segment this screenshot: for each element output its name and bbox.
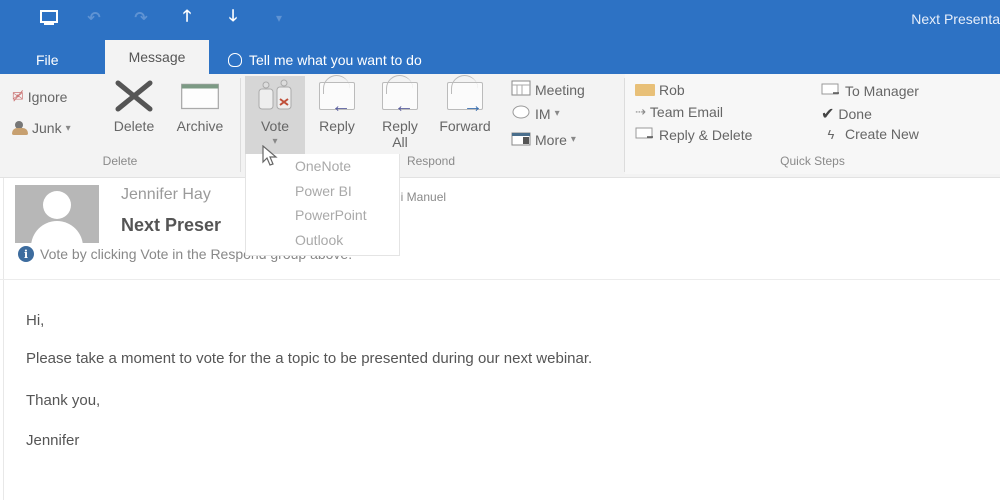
reply-icon: ←	[317, 78, 357, 116]
im-icon	[511, 104, 531, 123]
body-paragraph: Please take a moment to vote for the a t…	[26, 350, 593, 367]
more-button[interactable]: More ▾	[511, 130, 576, 149]
more-icon	[511, 130, 531, 149]
meeting-icon	[511, 80, 531, 99]
vote-option-power-bi[interactable]: Power BI	[295, 183, 352, 199]
reply-all-label-line2: All	[392, 134, 408, 150]
archive-button[interactable]: Archive	[168, 78, 232, 134]
body-signature: Jennifer	[26, 432, 80, 449]
ignore-button[interactable]: ✉̸ Ignore	[12, 88, 67, 105]
quick-steps-group: Rob ⇢ Team Email Reply & Delete To Manag…	[625, 74, 1000, 174]
body-greeting: Hi,	[26, 312, 45, 329]
reply-all-label-line1: Reply	[382, 118, 418, 134]
to-manager-icon	[821, 82, 841, 99]
quick-step-to-manager[interactable]: To Manager	[821, 82, 919, 99]
vote-icon	[255, 78, 295, 114]
vote-dropdown-menu: OneNote Power BI PowerPoint Outlook	[245, 154, 400, 256]
body-closing: Thank you,	[26, 392, 101, 409]
lightbulb-icon	[228, 53, 242, 67]
quick-step-label: Create New	[845, 126, 919, 142]
meeting-button[interactable]: Meeting	[511, 80, 585, 99]
checkmark-icon: ✔	[821, 106, 835, 123]
vote-option-powerpoint[interactable]: PowerPoint	[295, 207, 367, 223]
reading-pane-border	[3, 178, 4, 500]
title-bar: ↶ ↷ 🡑 🡓 ▾ Next Presenta	[0, 0, 1000, 38]
reply-delete-icon	[635, 126, 655, 143]
info-icon: i	[18, 246, 34, 262]
more-dropdown-caret: ▾	[570, 134, 576, 145]
customize-qat-icon[interactable]: ▾	[268, 8, 290, 28]
redo-icon[interactable]: ↷	[130, 8, 152, 28]
quick-step-label: Reply & Delete	[659, 126, 753, 143]
tab-message[interactable]: Message	[105, 40, 209, 74]
tab-file[interactable]: File	[36, 46, 59, 74]
vote-label: Vote	[260, 118, 290, 134]
reply-label: Reply	[319, 118, 355, 134]
ignore-icon: ✉̸	[12, 88, 24, 104]
ignore-label: Ignore	[27, 88, 68, 105]
save-icon[interactable]	[38, 8, 60, 28]
im-label: IM	[535, 105, 551, 122]
junk-label: Junk	[32, 120, 62, 136]
junk-dropdown-caret: ▾	[65, 122, 71, 134]
recipient[interactable]: di Manuel	[394, 190, 446, 204]
sender-name[interactable]: Jennifer Hay	[121, 186, 211, 204]
delete-x-icon	[114, 78, 154, 114]
tell-me-search[interactable]: Tell me what you want to do	[228, 46, 422, 74]
junk-icon	[12, 121, 28, 135]
team-email-icon: ⇢	[635, 104, 646, 119]
im-button[interactable]: IM ▾	[511, 104, 560, 123]
delete-button[interactable]: Delete	[104, 78, 164, 134]
down-arrow-icon[interactable]: 🡓	[222, 8, 244, 28]
reply-all-button[interactable]: ← Reply All	[371, 78, 429, 150]
sender-avatar	[15, 185, 99, 243]
vote-option-outlook[interactable]: Outlook	[295, 232, 343, 248]
header-divider	[0, 279, 1000, 280]
quick-step-label: Done	[838, 106, 872, 122]
undo-icon[interactable]: ↶	[83, 8, 105, 28]
window-title: Next Presenta	[911, 11, 1000, 27]
forward-icon: →	[445, 78, 485, 116]
ribbon: ✉̸ Ignore Junk ▾ Delete Archive Delete V…	[0, 74, 1000, 178]
delete-group-label: Delete	[102, 154, 138, 168]
ribbon-tabs: File Message Tell me what you want to do	[0, 38, 1000, 74]
quick-steps-group-label: Quick Steps	[780, 154, 845, 168]
forward-label: Forward	[439, 118, 491, 134]
delete-label: Delete	[113, 118, 155, 134]
delete-group: ✉̸ Ignore Junk ▾ Delete Archive Delete	[0, 74, 240, 174]
archive-icon	[180, 78, 220, 114]
vote-option-onenote[interactable]: OneNote	[295, 158, 351, 174]
archive-label: Archive	[176, 118, 224, 134]
meeting-label: Meeting	[535, 81, 585, 98]
reply-button[interactable]: ← Reply	[309, 78, 365, 134]
forward-button[interactable]: → Forward	[431, 78, 499, 134]
more-label: More	[535, 131, 567, 148]
junk-button[interactable]: Junk ▾	[12, 120, 71, 136]
quick-step-reply-delete[interactable]: Reply & Delete	[635, 126, 752, 143]
quick-step-label: Team Email	[649, 104, 724, 120]
quick-step-rob[interactable]: Rob	[635, 82, 685, 98]
folder-icon	[635, 84, 655, 96]
quick-step-team-email[interactable]: ⇢ Team Email	[635, 104, 723, 120]
up-arrow-icon[interactable]: 🡑	[176, 8, 198, 28]
im-dropdown-caret: ▾	[554, 108, 560, 119]
reply-all-icon: ←	[380, 78, 420, 116]
quick-step-done[interactable]: ✔ Done	[821, 104, 872, 124]
tell-me-label: Tell me what you want to do	[249, 52, 422, 68]
quick-step-create-new[interactable]: ϟ Create New	[821, 126, 919, 142]
quick-step-label: Rob	[659, 82, 685, 98]
message-subject: Next Preser	[121, 215, 222, 235]
quick-step-label: To Manager	[845, 82, 919, 99]
lightning-icon: ϟ	[827, 126, 835, 142]
